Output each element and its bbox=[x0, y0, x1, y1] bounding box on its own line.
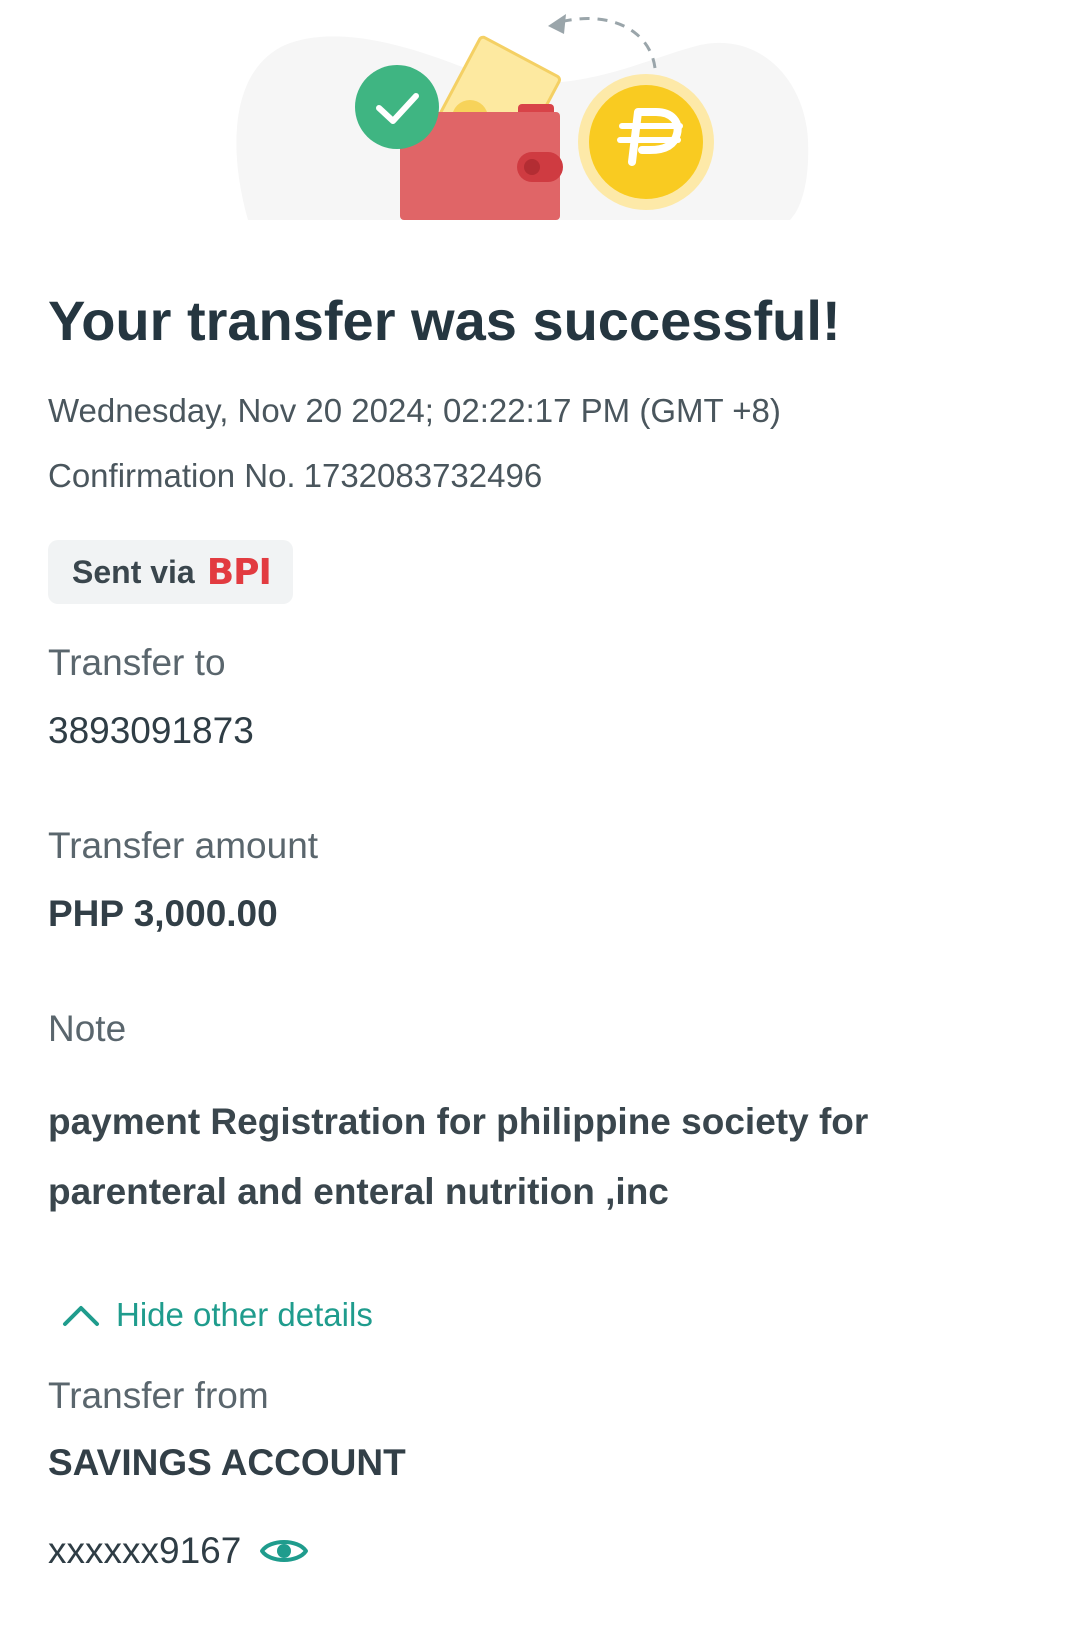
transaction-datetime: Wednesday, Nov 20 2024; 02:22:17 PM (GMT… bbox=[48, 392, 781, 429]
peso-coin-icon bbox=[578, 74, 714, 210]
transfer-amount-label: Transfer amount bbox=[48, 825, 319, 866]
confirmation-label: Confirmation No. bbox=[48, 457, 296, 494]
eye-icon[interactable] bbox=[259, 1534, 309, 1568]
page-title: Your transfer was successful! bbox=[48, 289, 841, 352]
check-icon bbox=[355, 65, 439, 149]
account-type: SAVINGS ACCOUNT bbox=[48, 1442, 406, 1483]
confirmation-number-row: Confirmation No. 1732083732496 bbox=[48, 457, 542, 495]
note-value: payment Registration for philippine soci… bbox=[48, 1101, 869, 1212]
account-number-row: xxxxxx9167 bbox=[48, 1530, 309, 1572]
note-label: Note bbox=[48, 1008, 127, 1049]
hide-details-toggle[interactable]: Hide other details bbox=[62, 1296, 373, 1334]
confirmation-number: 1732083732496 bbox=[303, 457, 543, 494]
sent-via-badge: Sent via BPI bbox=[48, 540, 293, 604]
arrow-icon bbox=[548, 14, 657, 69]
sent-via-label: Sent via bbox=[72, 553, 195, 590]
transfer-to-value: 3893091873 bbox=[48, 710, 254, 751]
chevron-up-icon bbox=[62, 1303, 100, 1327]
masked-account-number: xxxxxx9167 bbox=[48, 1530, 242, 1571]
transfer-to-label: Transfer to bbox=[48, 642, 226, 683]
success-illustration bbox=[0, 0, 1080, 240]
transfer-from-label: Transfer from bbox=[48, 1375, 269, 1416]
hide-details-label: Hide other details bbox=[116, 1296, 373, 1333]
bpi-logo: BPI bbox=[206, 551, 272, 593]
transfer-amount-value: PHP 3,000.00 bbox=[48, 893, 278, 934]
